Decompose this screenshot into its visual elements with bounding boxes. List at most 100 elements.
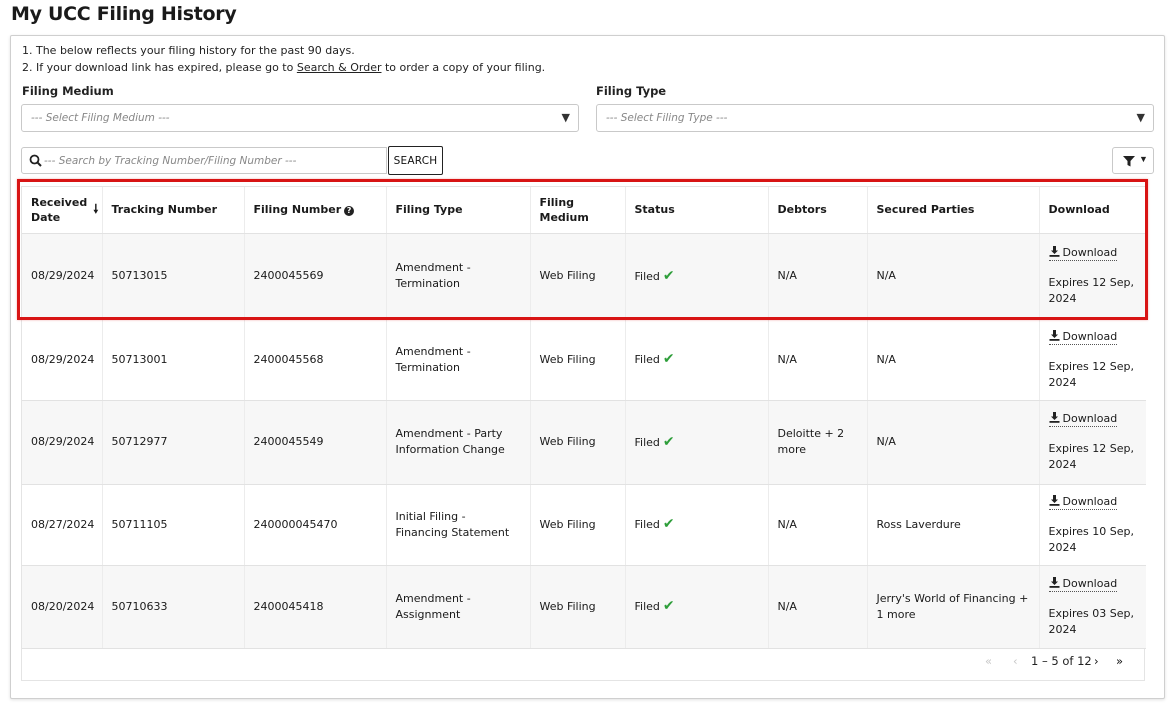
status-text: Filed bbox=[634, 435, 660, 449]
cell-filing-type: Amendment - Assignment bbox=[386, 565, 531, 649]
cell-status: Filed ✔ bbox=[625, 233, 769, 320]
cell-status: Filed ✔ bbox=[625, 484, 769, 566]
search-input[interactable] bbox=[44, 151, 379, 170]
expiry-text: Expires 10 Sep, 2024 bbox=[1048, 524, 1135, 554]
filing-type-label: Filing Type bbox=[596, 84, 667, 98]
cell-download: Download Expires 03 Sep, 2024 bbox=[1039, 565, 1146, 649]
cell-filing-medium: Web Filing bbox=[530, 400, 626, 485]
cell-filing-type: Amendment - Termination bbox=[386, 319, 531, 401]
cell-filing-type: Initial Filing - Financing Statement bbox=[386, 484, 531, 566]
filter-menu-button[interactable]: ▼ bbox=[1112, 147, 1154, 174]
cell-secured-parties: Ross Laverdure bbox=[867, 484, 1040, 566]
cell-received-date: 08/29/2024 bbox=[22, 400, 103, 485]
search-box bbox=[21, 147, 387, 174]
last-page-icon[interactable]: » bbox=[1116, 654, 1123, 668]
download-link[interactable]: Download bbox=[1048, 412, 1118, 427]
checkmark-icon: ✔ bbox=[662, 516, 675, 532]
download-link[interactable]: Download bbox=[1048, 329, 1118, 345]
status-text: Filed bbox=[634, 518, 660, 531]
table-row: 08/27/2024 50711105 240000045470 Initial Fi… bbox=[22, 484, 1146, 566]
cell-filing-number: 2400045549 bbox=[244, 400, 387, 485]
cell-download: Download Expires 12 Sep, 2024 bbox=[1039, 319, 1146, 401]
checkmark-icon: ✔ bbox=[662, 433, 675, 450]
filing-medium-label: Filing Medium bbox=[22, 84, 114, 98]
cell-status: Filed ✔ bbox=[625, 565, 769, 649]
expiry-text: Expires 12 Sep, 2024 bbox=[1048, 442, 1135, 471]
search-icon bbox=[29, 154, 42, 167]
instruction-line-2-suffix: to order a copy of your filing. bbox=[381, 61, 546, 74]
cell-debtors: N/A bbox=[768, 484, 868, 566]
download-label: Download bbox=[1062, 576, 1118, 590]
column-header-secured-parties[interactable]: Secured Parties bbox=[867, 187, 1040, 234]
cell-secured-parties: N/A bbox=[867, 233, 1040, 320]
download-icon bbox=[1049, 329, 1059, 341]
cell-download: Download Expires 12 Sep, 2024 bbox=[1039, 233, 1146, 320]
filing-type-select[interactable]: --- Select Filing Type --- ▼ bbox=[596, 104, 1154, 132]
cell-filing-number: 2400045569 bbox=[244, 233, 387, 320]
column-header-status[interactable]: Status bbox=[625, 187, 769, 234]
expiry-text: Expires 03 Sep, 2024 bbox=[1048, 606, 1135, 636]
table-row: 08/29/2024 50713001 2400045568 Amendment - … bbox=[22, 319, 1146, 401]
cell-received-date: 08/20/2024 bbox=[22, 565, 103, 649]
column-header-filing-number[interactable]: Filing Number? bbox=[244, 187, 387, 234]
expiry-text: Expires 12 Sep, 2024 bbox=[1048, 276, 1135, 305]
filing-history-table: Received Date 🠗 Tracking Number Filing Nu… bbox=[22, 187, 1146, 649]
column-header-tracking-number[interactable]: Tracking Number bbox=[102, 187, 245, 234]
cell-filing-medium: Web Filing bbox=[530, 565, 626, 649]
column-header-filing-type[interactable]: Filing Type bbox=[386, 187, 531, 234]
cell-filing-number: 240000045470 bbox=[244, 484, 387, 566]
cell-tracking-number: 50710633 bbox=[102, 565, 245, 649]
cell-debtors: N/A bbox=[768, 565, 868, 649]
cell-filing-medium: Web Filing bbox=[530, 319, 626, 401]
cell-download: Download Expires 12 Sep, 2024 bbox=[1039, 400, 1146, 485]
download-label: Download bbox=[1062, 246, 1118, 259]
instruction-line-2-prefix: 2. If your download link has expired, pl… bbox=[22, 61, 297, 74]
cell-filing-medium: Web Filing bbox=[530, 484, 626, 566]
info-icon[interactable]: ? bbox=[344, 206, 355, 217]
chevron-down-icon: ▼ bbox=[1139, 154, 1148, 164]
download-link[interactable]: Download bbox=[1048, 494, 1118, 510]
download-icon bbox=[1049, 246, 1059, 257]
cell-received-date: 08/29/2024 bbox=[22, 319, 103, 401]
download-link[interactable]: Download bbox=[1048, 246, 1118, 261]
filing-medium-select[interactable]: --- Select Filing Medium --- ▼ bbox=[21, 104, 579, 132]
download-label: Download bbox=[1062, 494, 1118, 508]
chevron-down-icon: ▼ bbox=[561, 111, 570, 124]
download-icon bbox=[1049, 412, 1059, 423]
cell-debtors: Deloitte + 2 more bbox=[768, 400, 868, 485]
search-order-link[interactable]: Search & Order bbox=[297, 61, 382, 74]
filing-type-placeholder: --- Select Filing Type --- bbox=[606, 112, 728, 124]
cell-tracking-number: 50713001 bbox=[102, 319, 245, 401]
pagination-range: 1 – 5 of 12 bbox=[1031, 654, 1092, 668]
cell-status: Filed ✔ bbox=[625, 400, 769, 485]
download-label: Download bbox=[1062, 412, 1118, 425]
filter-icon bbox=[1123, 156, 1135, 167]
column-header-received-date[interactable]: Received Date 🠗 bbox=[22, 187, 103, 234]
cell-filing-number: 2400045568 bbox=[244, 319, 387, 401]
status-text: Filed bbox=[634, 269, 660, 283]
cell-filing-medium: Web Filing bbox=[530, 233, 626, 320]
first-page-icon[interactable]: « bbox=[985, 654, 992, 668]
cell-received-date: 08/27/2024 bbox=[22, 484, 103, 566]
cell-filing-type: Amendment - Party Information Change bbox=[386, 400, 531, 485]
filing-medium-placeholder: --- Select Filing Medium --- bbox=[31, 112, 170, 124]
cell-received-date: 08/29/2024 bbox=[22, 233, 103, 320]
prev-page-icon[interactable]: ‹ bbox=[1013, 654, 1018, 668]
page-title: My UCC Filing History bbox=[11, 3, 237, 25]
download-label: Download bbox=[1062, 329, 1118, 343]
download-link[interactable]: Download bbox=[1048, 576, 1118, 592]
table-row: 08/20/2024 50710633 2400045418 Amendment - … bbox=[22, 565, 1146, 649]
cell-filing-type: Amendment - Termination bbox=[386, 233, 531, 320]
cell-status: Filed ✔ bbox=[625, 319, 769, 401]
column-header-filing-medium[interactable]: Filing Medium bbox=[530, 187, 626, 234]
column-header-debtors[interactable]: Debtors bbox=[768, 187, 868, 234]
cell-debtors: N/A bbox=[768, 233, 868, 320]
cell-secured-parties: N/A bbox=[867, 319, 1040, 401]
download-icon bbox=[1049, 576, 1059, 588]
pagination-range-text: 1 – 5 of 12 bbox=[1031, 654, 1092, 668]
search-button[interactable]: SEARCH bbox=[388, 146, 443, 175]
table-row: 08/29/2024 50713015 2400045569 Amendment - … bbox=[22, 233, 1146, 320]
next-page-icon[interactable]: › bbox=[1094, 654, 1099, 668]
instruction-line-2: 2. If your download link has expired, pl… bbox=[22, 59, 545, 76]
expiry-text: Expires 12 Sep, 2024 bbox=[1048, 359, 1135, 389]
